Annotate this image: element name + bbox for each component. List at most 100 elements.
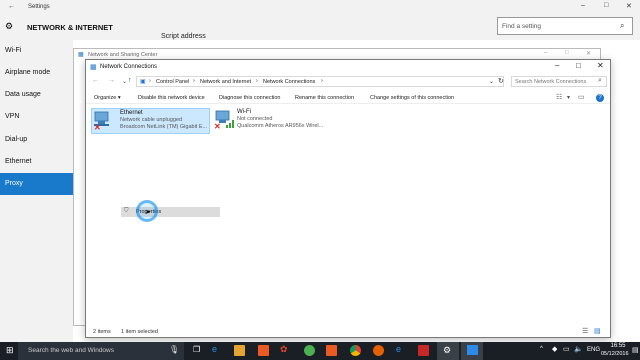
nc-search-placeholder: Search Network Connections	[515, 79, 587, 85]
nav-item-wifi[interactable]: Wi-Fi	[0, 40, 73, 62]
adapter-wifi-status: Not connected	[237, 116, 273, 122]
taskbar-search-box[interactable]: Search the web and Windows 🎙	[18, 342, 184, 360]
firefox-icon[interactable]	[373, 345, 384, 356]
rename-button[interactable]: Rename this connection	[295, 95, 354, 101]
settings-header: ⚙ NETWORK & INTERNET Find a setting ⌕	[0, 14, 640, 40]
breadcrumb-separator-icon: ›	[149, 78, 151, 84]
adapter-ethernet-name: Ethernet	[120, 110, 143, 116]
organize-button[interactable]: Organize ▾	[94, 95, 121, 101]
adapter-wifi[interactable]: ✕ Wi-Fi Not connected Qualcomm Atheros A…	[213, 108, 337, 134]
nav-item-vpn[interactable]: VPN	[0, 106, 73, 128]
nc-minimize-icon[interactable]: –	[555, 61, 559, 70]
recent-dropdown-icon[interactable]: ⌄	[122, 78, 127, 85]
nsc-minimize-icon[interactable]: –	[544, 50, 547, 56]
language-indicator[interactable]: ENG	[587, 347, 600, 353]
app-icon-2[interactable]	[304, 345, 315, 356]
breadcrumb-separator-icon: ›	[321, 78, 323, 84]
nav-item-ethernet[interactable]: Ethernet	[0, 151, 73, 173]
maximize-icon[interactable]: □	[604, 2, 608, 9]
taskbar-search-placeholder: Search the web and Windows	[28, 347, 114, 354]
volume-icon[interactable]: 🔈	[574, 345, 583, 353]
disable-device-button[interactable]: Disable this network device	[138, 95, 205, 101]
task-view-icon[interactable]: ❐	[193, 345, 200, 354]
nav-back-icon[interactable]: ←	[92, 77, 99, 84]
tray-chevron-icon[interactable]: ^	[540, 346, 543, 352]
breadcrumb-control-panel[interactable]: Control Panel	[156, 79, 189, 85]
nc-close-icon[interactable]: ✕	[597, 61, 604, 70]
refresh-icon[interactable]: ↻	[498, 77, 504, 85]
nav-item-airplane-mode[interactable]: Airplane mode	[0, 62, 73, 84]
adapter-wifi-name: Wi-Fi	[237, 109, 251, 115]
breadcrumb-network-connections[interactable]: Network Connections	[263, 79, 315, 85]
settings-search-input[interactable]: Find a setting ⌕	[497, 17, 633, 35]
clock-date[interactable]: 05/12/2016	[601, 351, 629, 357]
adapter-ethernet[interactable]: ✕ Ethernet Network cable unplugged Broad…	[91, 108, 210, 134]
nsc-close-icon[interactable]: ✕	[586, 50, 591, 57]
start-windows-icon[interactable]: ⊞	[6, 345, 14, 356]
settings-window-title: Settings	[28, 4, 50, 10]
nav-item-proxy[interactable]: Proxy	[0, 173, 73, 195]
nav-up-icon[interactable]: ↑	[128, 77, 132, 84]
nav-forward-icon[interactable]: →	[108, 77, 115, 84]
action-center-icon[interactable]: ▤	[632, 346, 639, 354]
settings-taskbar-button[interactable]: ⚙	[437, 342, 459, 360]
edge-icon[interactable]: e	[212, 344, 217, 354]
minimize-icon[interactable]: –	[581, 2, 585, 9]
nc-maximize-icon[interactable]: □	[576, 61, 581, 70]
adapter-ethernet-status: Network cable unplugged	[120, 117, 183, 123]
nav-item-data-usage[interactable]: Data usage	[0, 84, 73, 106]
app-icon-4[interactable]	[418, 345, 429, 356]
mouse-cursor-icon: ➤	[145, 209, 151, 216]
close-icon[interactable]: ✕	[626, 2, 632, 10]
disconnected-x-icon: ✕	[214, 122, 221, 131]
store-icon[interactable]	[258, 345, 269, 356]
status-item-count: 2 items	[93, 329, 111, 335]
script-address-label: Script address	[161, 33, 206, 40]
large-icons-view-icon[interactable]: ▤	[594, 327, 601, 335]
nc-title: Network Connections	[100, 64, 158, 70]
app-icon-3[interactable]	[326, 345, 337, 356]
internet-explorer-icon[interactable]: e	[396, 344, 401, 354]
app-icon-1[interactable]: ✿	[280, 344, 288, 355]
clock-time[interactable]: 16:55	[604, 343, 632, 349]
shield-icon: ⛉	[124, 208, 129, 214]
back-arrow-icon[interactable]: ←	[8, 3, 15, 10]
network-connections-window: ▦ Network Connections – □ ✕ ← → ⌄ ↑ ▣ › …	[85, 59, 611, 338]
control-panel-icon: ▣	[140, 79, 146, 85]
network-connections-taskbar-button[interactable]	[461, 342, 483, 360]
view-options-icon[interactable]: ☷	[556, 93, 562, 101]
nc-window-icon: ▦	[90, 64, 97, 71]
change-settings-button[interactable]: Change settings of this connection	[370, 95, 454, 101]
view-dropdown-icon[interactable]: ▾	[567, 94, 570, 101]
address-dropdown-icon[interactable]: ⌄	[489, 78, 494, 85]
settings-titlebar: ← Settings – □ ✕	[0, 0, 640, 14]
organize-label: Organize	[94, 95, 117, 101]
microphone-icon[interactable]: 🎙	[169, 345, 179, 354]
details-view-icon[interactable]: ☰	[582, 327, 588, 335]
settings-search-placeholder: Find a setting	[502, 23, 542, 30]
organize-dropdown-icon: ▾	[117, 95, 121, 101]
breadcrumb-separator-icon: ›	[193, 78, 195, 84]
nc-search-input[interactable]: Search Network Connections ⌕	[511, 76, 607, 87]
chrome-icon[interactable]	[350, 345, 361, 356]
search-icon: ⌕	[598, 77, 602, 84]
adapter-ethernet-device: Broadcom NetLink (TM) Gigabit E...	[120, 124, 208, 130]
nav-item-dial-up[interactable]: Dial-up	[0, 129, 73, 151]
nsc-title: Network and Sharing Center	[88, 52, 158, 58]
taskbar: ⊞ Search the web and Windows 🎙 ❐ e ✿ e ⚙…	[0, 342, 640, 360]
diagnose-button[interactable]: Diagnose this connection	[219, 95, 280, 101]
nsc-maximize-icon[interactable]: □	[565, 50, 569, 56]
tray-app-icon[interactable]: ◆	[552, 345, 557, 353]
help-icon[interactable]: ?	[596, 94, 604, 102]
disconnected-x-icon: ✕	[94, 123, 101, 132]
breadcrumb-network-internet[interactable]: Network and Internet	[200, 79, 251, 85]
search-icon: ⌕	[620, 21, 625, 30]
breadcrumb-separator-icon: ›	[256, 78, 258, 84]
command-bar: Organize ▾ Disable this network device D…	[86, 92, 610, 104]
file-explorer-icon[interactable]	[234, 345, 245, 356]
preview-pane-icon[interactable]: ▭	[578, 93, 585, 101]
network-tray-icon[interactable]: ▭	[563, 345, 570, 353]
settings-nav: Wi-Fi Airplane mode Data usage VPN Dial-…	[0, 40, 73, 342]
gear-icon: ⚙	[5, 21, 14, 31]
address-bar[interactable]: ▣ › Control Panel › Network and Internet…	[136, 76, 504, 87]
